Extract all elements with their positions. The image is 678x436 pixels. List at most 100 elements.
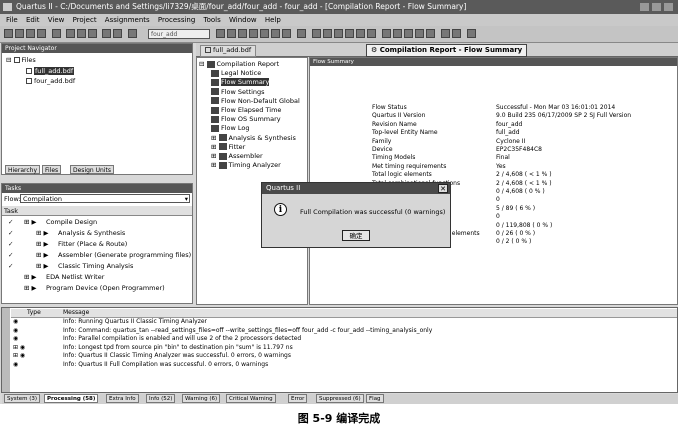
- design-partitions-icon[interactable]: [260, 29, 269, 38]
- collapse-icon[interactable]: ⊟: [6, 56, 11, 64]
- signaltap-icon[interactable]: [426, 29, 435, 38]
- play-icon[interactable]: ⊞ ▶: [24, 283, 37, 293]
- menu-project[interactable]: Project: [73, 16, 97, 24]
- chipscope-icon[interactable]: [282, 29, 291, 38]
- save-all-icon[interactable]: [37, 29, 46, 38]
- menu-tools[interactable]: Tools: [204, 16, 221, 24]
- play-icon[interactable]: ⊞ ▶: [36, 261, 49, 271]
- assembler-icon[interactable]: [345, 29, 354, 38]
- help-pointer-icon[interactable]: [128, 29, 137, 38]
- menu-view[interactable]: View: [48, 16, 65, 24]
- tab-files[interactable]: Files: [42, 165, 62, 174]
- files-root[interactable]: Files: [22, 56, 36, 64]
- menu-help[interactable]: Help: [265, 16, 281, 24]
- report-tree-item[interactable]: ⊞ Timing Analyzer: [211, 161, 281, 169]
- doc-tab-compilation-report[interactable]: ⚙ Compilation Report - Flow Summary: [366, 44, 528, 57]
- message-tab[interactable]: Extra Info: [106, 394, 139, 403]
- sopc-builder-icon[interactable]: [452, 29, 461, 38]
- message-tab[interactable]: Error: [288, 394, 308, 403]
- play-icon[interactable]: ⊞ ▶: [36, 239, 49, 249]
- play-icon[interactable]: ⊞ ▶: [24, 272, 37, 282]
- play-icon[interactable]: ⊞ ▶: [36, 250, 49, 260]
- report-tree-item[interactable]: ⊞ Assembler: [211, 152, 263, 160]
- tab-hierarchy[interactable]: Hierarchy: [5, 165, 41, 174]
- report-tree-item[interactable]: ⊟ Compilation Report: [199, 60, 279, 68]
- play-icon[interactable]: ⊞ ▶: [24, 217, 37, 227]
- message-row[interactable]: ◉ Info: Quartus II Full Compilation was s…: [11, 361, 675, 369]
- task-row[interactable]: ✓ ⊞ ▶ Classic Timing Analysis: [2, 261, 190, 271]
- programmer-icon[interactable]: [415, 29, 424, 38]
- help-icon[interactable]: [467, 29, 476, 38]
- minimize-button[interactable]: [640, 3, 649, 11]
- report-tree-item[interactable]: Flow Settings: [211, 88, 265, 96]
- undo-icon[interactable]: [102, 29, 111, 38]
- settings-icon[interactable]: [249, 29, 258, 38]
- report-tree-item[interactable]: ⊞ Analysis & Synthesis: [211, 134, 296, 142]
- message-tab[interactable]: Suppressed (6): [316, 394, 364, 403]
- expand-icon[interactable]: ⊞: [211, 134, 219, 142]
- netlist-viewer-icon[interactable]: [393, 29, 402, 38]
- timing-analyzer-icon[interactable]: [356, 29, 365, 38]
- file-item-full-add[interactable]: full_add.bdf: [34, 67, 75, 75]
- menu-processing[interactable]: Processing: [158, 16, 195, 24]
- paste-icon[interactable]: [88, 29, 97, 38]
- maximize-button[interactable]: [652, 3, 661, 11]
- message-tab[interactable]: Warning (6): [182, 394, 221, 403]
- report-tree-item[interactable]: Flow Summary: [211, 78, 270, 87]
- dialog-close-button[interactable]: ✕: [438, 184, 448, 193]
- file-item-four-add[interactable]: four_add.bdf: [34, 77, 75, 85]
- expand-icon[interactable]: ⊞: [211, 152, 219, 160]
- message-tab[interactable]: Processing (58): [44, 394, 99, 403]
- assignment-editor-icon[interactable]: [227, 29, 236, 38]
- message-row[interactable]: ◉ Info: Parallel compilation is enabled a…: [11, 335, 675, 343]
- message-tab[interactable]: System (3): [4, 394, 41, 403]
- report-tree-item[interactable]: Flow Non-Default Global: [211, 97, 300, 105]
- task-row[interactable]: ✓ ⊞ ▶ Analysis & Synthesis: [2, 228, 190, 238]
- message-tab[interactable]: Info (52): [146, 394, 176, 403]
- report-tree-item[interactable]: Flow Elapsed Time: [211, 106, 281, 114]
- copy-icon[interactable]: [77, 29, 86, 38]
- doc-tab-full-add[interactable]: full_add.bdf: [200, 45, 257, 57]
- message-row[interactable]: ⊞ ◉ Info: Longest tpd from source pin "bi…: [11, 344, 675, 352]
- redo-icon[interactable]: [113, 29, 122, 38]
- report-tree-item[interactable]: Flow Log: [211, 124, 250, 132]
- menu-edit[interactable]: Edit: [26, 16, 40, 24]
- start-compilation-icon[interactable]: [312, 29, 321, 38]
- expand-icon[interactable]: ⊞: [211, 161, 219, 169]
- flow-select[interactable]: Compilation ▾: [20, 194, 190, 203]
- cut-icon[interactable]: [66, 29, 75, 38]
- expand-icon[interactable]: ⊞: [211, 143, 219, 151]
- menu-assignments[interactable]: Assignments: [105, 16, 150, 24]
- message-row[interactable]: ◉ Info: Command: quartus_tan --read_setti…: [11, 327, 675, 335]
- report-tree-item[interactable]: Flow OS Summary: [211, 115, 281, 123]
- task-row[interactable]: ⊞ ▶ Program Device (Open Programmer): [2, 283, 190, 293]
- menu-file[interactable]: File: [6, 16, 18, 24]
- message-row[interactable]: ◉ Info: Running Quartus II Classic Timing…: [11, 318, 675, 326]
- compilation-report-icon[interactable]: [382, 29, 391, 38]
- open-file-icon[interactable]: [15, 29, 24, 38]
- close-button[interactable]: [664, 3, 673, 11]
- report-tree-item[interactable]: ⊞ Fitter: [211, 143, 245, 151]
- play-icon[interactable]: ⊞ ▶: [36, 228, 49, 238]
- task-row[interactable]: ✓ ⊞ ▶ Fitter (Place & Route): [2, 239, 190, 249]
- pin-planner-icon[interactable]: [238, 29, 247, 38]
- new-file-icon[interactable]: [4, 29, 13, 38]
- message-row[interactable]: ⊞ ◉ Info: Quartus II Classic Timing Analy…: [11, 352, 675, 360]
- chip-view-icon[interactable]: [404, 29, 413, 38]
- task-row[interactable]: ✓ ⊞ ▶ Assembler (Generate programming file…: [2, 250, 191, 260]
- save-icon[interactable]: [26, 29, 35, 38]
- message-tab[interactable]: Flag: [366, 394, 384, 403]
- collapse-icon[interactable]: ⊟: [199, 60, 207, 68]
- task-row[interactable]: ✓ ⊞ ▶ Compile Design: [2, 217, 190, 227]
- megawizard-icon[interactable]: [441, 29, 450, 38]
- entity-combo[interactable]: four_add: [148, 29, 210, 39]
- analysis-synthesis-icon[interactable]: [323, 29, 332, 38]
- ok-button[interactable]: 确定: [342, 230, 370, 241]
- task-row[interactable]: ⊞ ▶ EDA Netlist Writer: [2, 272, 190, 282]
- stop-icon[interactable]: [297, 29, 306, 38]
- chip-planner-icon[interactable]: [216, 29, 225, 38]
- fitter-icon[interactable]: [334, 29, 343, 38]
- menu-window[interactable]: Window: [229, 16, 257, 24]
- print-icon[interactable]: [52, 29, 61, 38]
- report-tree-item[interactable]: Legal Notice: [211, 69, 261, 77]
